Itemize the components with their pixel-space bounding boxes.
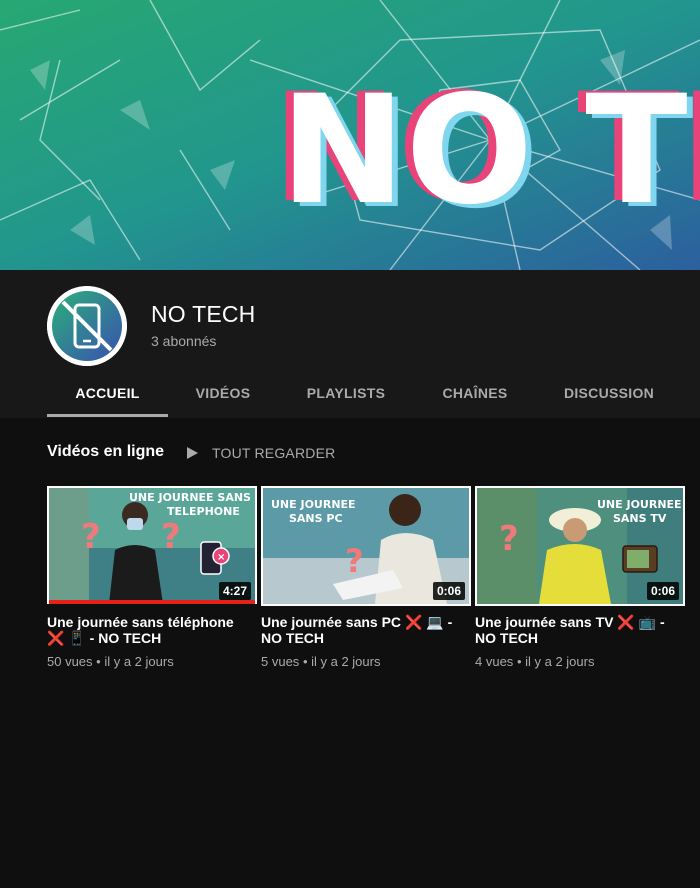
upload-age: il y a 2 jours <box>525 654 595 669</box>
tab-videos[interactable]: VIDÉOS <box>168 370 278 418</box>
video-duration: 0:06 <box>646 582 679 600</box>
svg-text:SANS PC: SANS PC <box>289 512 343 525</box>
svg-text:?: ? <box>81 517 101 557</box>
video-meta: 4 vues • il y a 2 jours <box>475 654 685 669</box>
video-meta: 5 vues • il y a 2 jours <box>261 654 471 669</box>
svg-text:?: ? <box>161 517 181 557</box>
tab-accueil[interactable]: ACCUEIL <box>47 370 168 418</box>
watch-progress-bar <box>49 600 255 604</box>
video-thumbnail[interactable]: ? UNE JOURNEE SANS PC 0:06 <box>261 486 471 604</box>
thumbnail-border <box>475 604 685 606</box>
meta-separator: • <box>302 654 312 669</box>
subscriber-count: 3 abonnés <box>151 333 217 349</box>
meta-separator: • <box>516 654 526 669</box>
upload-age: il y a 2 jours <box>311 654 381 669</box>
video-title[interactable]: Une journée sans téléphone ❌ 📱 - NO TECH <box>47 614 252 646</box>
video-title-emoji: ❌ 💻 <box>404 614 444 630</box>
shelf-title[interactable]: Vidéos en ligne <box>47 443 164 461</box>
video-card[interactable]: ? ? × UNE JOURNEE SANS TELEPHONE 4:27 Un… <box>47 486 257 669</box>
video-thumbnail[interactable]: ? UNE JOURNEE SANS TV 0:06 <box>475 486 685 604</box>
play-all-button[interactable]: TOUT REGARDER <box>187 443 335 463</box>
channel-header: NO TECH 3 abonnés ACCUEIL VIDÉOS PLAYLIS… <box>0 270 700 418</box>
video-title-text: Une journée sans TV <box>475 614 614 630</box>
svg-text:UNE JOURNEE: UNE JOURNEE <box>597 498 682 511</box>
no-phone-icon <box>47 286 127 366</box>
svg-text:SANS TV: SANS TV <box>613 512 667 525</box>
svg-text:UNE JOURNEE: UNE JOURNEE <box>271 498 356 511</box>
banner-art: NO TECH NO TECH NO TECH <box>0 0 700 270</box>
video-title-text: Une journée sans PC <box>261 614 402 630</box>
svg-text:?: ? <box>499 519 519 559</box>
svg-text:UNE JOURNEE SANS: UNE JOURNEE SANS <box>129 491 251 504</box>
video-meta: 50 vues • il y a 2 jours <box>47 654 257 669</box>
video-title-emoji: ❌ 📱 <box>47 630 86 646</box>
channel-name: NO TECH <box>151 301 256 327</box>
thumbnail-border <box>261 604 471 606</box>
svg-text:TELEPHONE: TELEPHONE <box>167 505 240 518</box>
tab-playlists[interactable]: PLAYLISTS <box>285 370 407 418</box>
video-card[interactable]: ? UNE JOURNEE SANS TV 0:06 Une journée s… <box>475 486 685 669</box>
video-title-suffix: - NO TECH <box>89 630 162 646</box>
video-title[interactable]: Une journée sans TV ❌ 📺 - NO TECH <box>475 614 680 646</box>
video-title-emoji: ❌ 📺 <box>617 614 657 630</box>
channel-banner: NO TECH NO TECH NO TECH <box>0 0 700 270</box>
channel-avatar[interactable] <box>47 286 127 366</box>
video-duration: 0:06 <box>432 582 465 600</box>
upload-age: il y a 2 jours <box>104 654 174 669</box>
active-tab-indicator <box>47 414 168 417</box>
tab-chaines[interactable]: CHAÎNES <box>427 370 523 418</box>
play-icon <box>187 447 198 459</box>
banner-text: NO TECH <box>280 64 700 238</box>
video-thumbnail[interactable]: ? ? × UNE JOURNEE SANS TELEPHONE 4:27 <box>47 486 257 604</box>
view-count: 50 vues <box>47 654 93 669</box>
video-duration: 4:27 <box>218 582 251 600</box>
view-count: 5 vues <box>261 654 300 669</box>
channel-tabs: ACCUEIL VIDÉOS PLAYLISTS CHAÎNES DISCUSS… <box>47 370 700 418</box>
tab-discussion[interactable]: DISCUSSION <box>555 370 663 418</box>
video-title[interactable]: Une journée sans PC ❌ 💻 - NO TECH <box>261 614 466 646</box>
video-card[interactable]: ? UNE JOURNEE SANS PC 0:06 Une journée s… <box>261 486 471 669</box>
svg-text:?: ? <box>345 542 364 580</box>
svg-text:×: × <box>217 552 225 563</box>
video-title-text: Une journée sans téléphone <box>47 614 234 630</box>
play-all-label: TOUT REGARDER <box>212 445 336 461</box>
view-count: 4 vues <box>475 654 514 669</box>
